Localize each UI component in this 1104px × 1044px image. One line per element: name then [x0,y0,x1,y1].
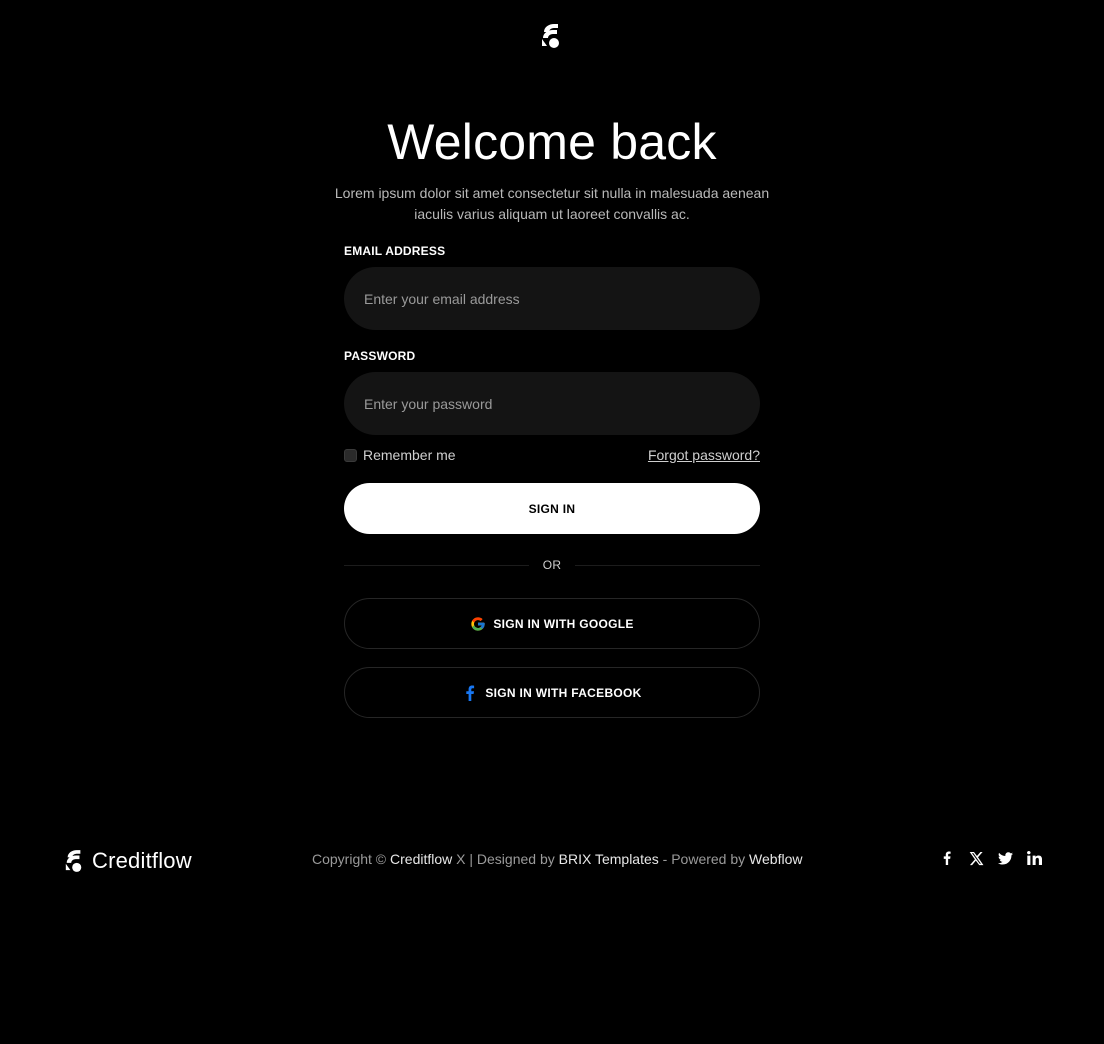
twitter-icon[interactable] [997,850,1013,866]
google-icon [471,616,485,631]
facebook-icon[interactable] [939,850,955,866]
footer-logo[interactable]: Creditflow [64,848,192,874]
divider-label: OR [542,558,562,572]
facebook-icon [466,685,475,701]
copyright-mid: X | Designed by [452,851,559,867]
designer-link[interactable]: BRIX Templates [559,851,659,867]
email-input[interactable] [362,289,742,308]
page-title: Welcome back [387,114,717,170]
remember-label: Remember me [363,447,456,463]
divider-line-left [344,564,529,566]
password-field-container [344,372,760,435]
sign-in-facebook-button[interactable]: SIGN IN WITH FACEBOOK [344,667,760,718]
footer: Creditflow Copyright © Creditflow X | De… [0,840,1104,880]
x-icon[interactable] [968,850,984,866]
footer-brand-name: Creditflow [92,848,192,873]
copyright-brand-link[interactable]: Creditflow [390,851,452,867]
facebook-button-label: SIGN IN WITH FACEBOOK [485,685,642,700]
sign-in-button[interactable]: SIGN IN [344,483,760,534]
powered-prefix: - Powered by [658,851,750,867]
social-links [939,850,1042,866]
email-label: EMAIL ADDRESS [344,244,446,258]
or-divider: OR [344,555,761,575]
remember-me[interactable]: Remember me [344,446,456,464]
divider-line-right [575,564,761,566]
email-field-container [344,267,760,330]
creditflow-logo-icon[interactable] [540,22,562,50]
password-label: PASSWORD [344,349,416,363]
creditflow-logo-icon [65,850,82,872]
google-button-label: SIGN IN WITH GOOGLE [493,616,634,631]
remember-checkbox[interactable] [344,448,357,462]
copyright-prefix: Copyright © [312,851,391,867]
sign-in-google-button[interactable]: SIGN IN WITH GOOGLE [344,598,760,649]
page-subtitle: Lorem ipsum dolor sit amet consectetur s… [334,185,770,222]
linkedin-icon[interactable] [1026,850,1042,866]
copyright-text: Copyright © Creditflow X | Designed by B… [312,851,802,867]
forgot-password-link[interactable]: Forgot password? [648,447,760,463]
webflow-link[interactable]: Webflow [749,851,802,867]
login-page: Welcome back Lorem ipsum dolor sit amet … [0,0,1104,1044]
password-input[interactable] [362,394,742,413]
